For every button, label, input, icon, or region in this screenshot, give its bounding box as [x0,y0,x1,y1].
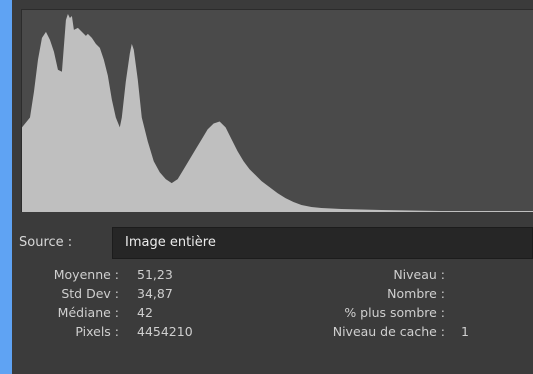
source-row: Source : Image entière [12,226,533,260]
histogram-area [22,13,533,212]
pixels-label: Pixels : [75,324,119,339]
histogram-graph [21,9,533,212]
cache-level-value: 1 [461,324,469,339]
histogram-panel: Source : Image entière Moyenne : 51,23 S… [12,0,533,374]
histogram-shape [22,13,533,212]
std-dev-label: Std Dev : [61,286,119,301]
count-label: Nombre : [387,286,445,301]
mean-label: Moyenne : [53,267,119,282]
source-dropdown[interactable]: Image entière [112,227,533,259]
median-label: Médiane : [57,305,119,320]
cache-level-label: Niveau de cache : [332,324,445,339]
std-dev-value: 34,87 [137,286,173,301]
median-value: 42 [137,305,153,320]
mean-value: 51,23 [137,267,173,282]
level-label: Niveau : [393,267,445,282]
percentile-label: % plus sombre : [344,305,445,320]
source-label: Source : [19,235,73,250]
pixels-value: 4454210 [137,324,193,339]
